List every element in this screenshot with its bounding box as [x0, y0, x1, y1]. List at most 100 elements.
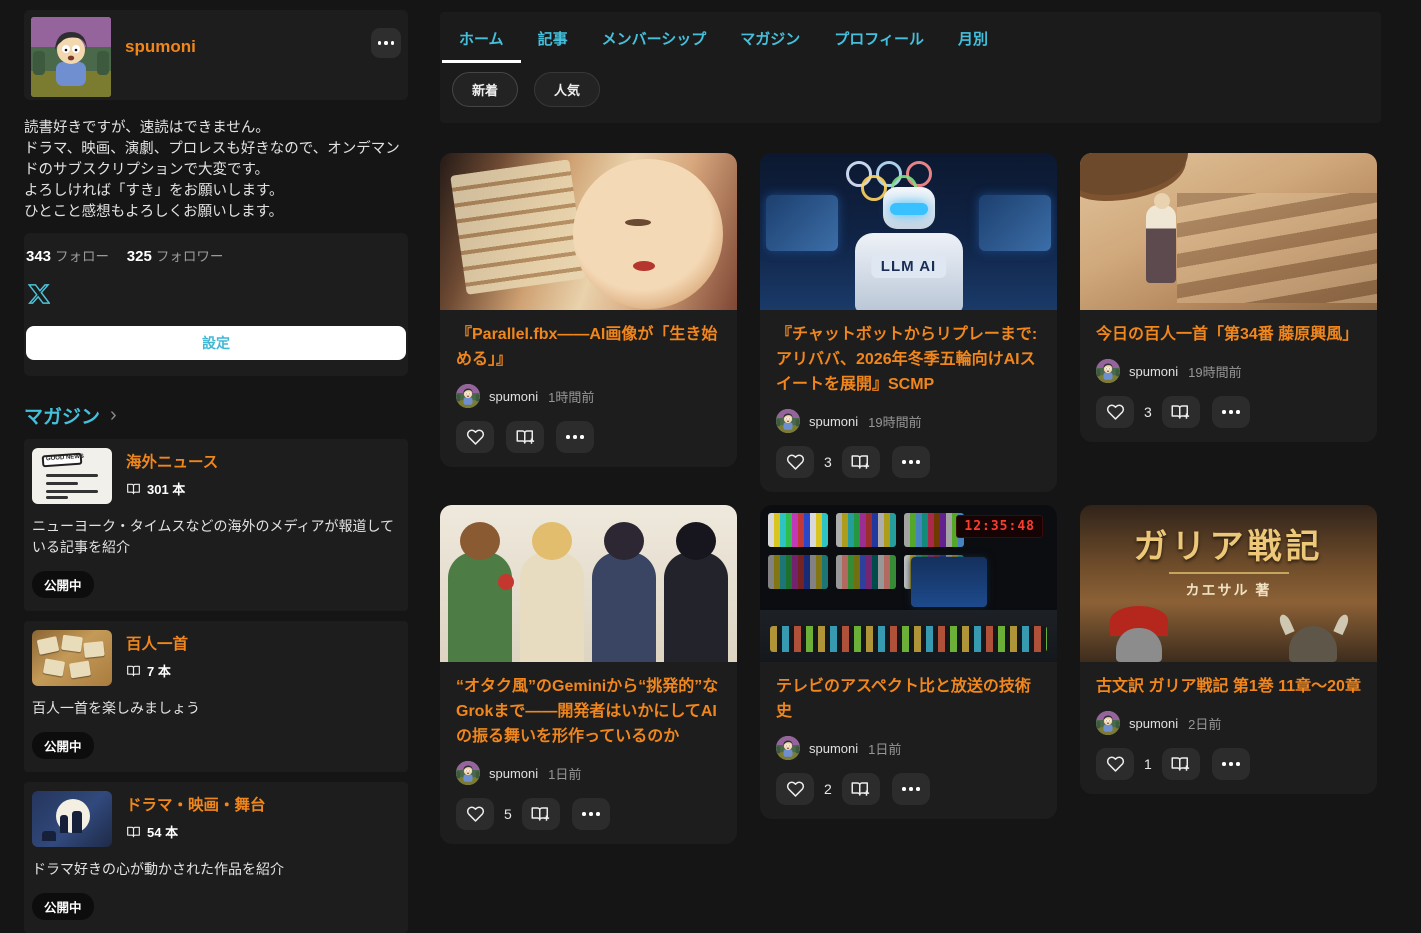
profile-more-button[interactable]	[371, 28, 401, 58]
tab-magazine[interactable]: マガジン	[723, 12, 817, 63]
author-avatar[interactable]	[776, 409, 800, 433]
author-avatar[interactable]	[776, 736, 800, 760]
article-more-button[interactable]	[571, 798, 610, 830]
book-plus-icon	[1170, 403, 1191, 421]
article-title[interactable]: “オタク風”のGeminiから“挑発的”なGrokまで——開発者はいかにしてAI…	[456, 674, 721, 749]
author-avatar[interactable]	[1096, 711, 1120, 735]
like-button[interactable]	[776, 446, 814, 478]
like-button[interactable]	[456, 421, 494, 453]
author-name[interactable]: spumoni	[1129, 716, 1178, 731]
article-title[interactable]: 古文訳 ガリア戦記 第1巻 11章〜20章	[1096, 674, 1361, 699]
article-more-button[interactable]	[1211, 396, 1250, 428]
add-to-magazine-button[interactable]	[841, 446, 880, 478]
author-name[interactable]: spumoni	[809, 741, 858, 756]
author-name[interactable]: spumoni	[1129, 364, 1178, 379]
ellipsis-icon	[902, 460, 920, 464]
magazine-description: ドラマ好きの心が動かされた作品を紹介	[32, 861, 284, 877]
heart-icon	[466, 805, 485, 823]
article-thumbnail[interactable]: LLM AI	[760, 153, 1057, 310]
author-name[interactable]: spumoni	[809, 414, 858, 429]
tab-home[interactable]: ホーム	[442, 12, 521, 63]
like-button[interactable]	[456, 798, 494, 830]
magazine-heading: マガジン	[24, 407, 101, 428]
author-avatar[interactable]	[1096, 359, 1120, 383]
tab-monthly[interactable]: 月別	[941, 12, 1005, 63]
add-to-magazine-button[interactable]	[521, 798, 560, 830]
article-thumbnail[interactable]	[1080, 153, 1377, 310]
article-title[interactable]: テレビのアスペクト比と放送の技術史	[776, 674, 1041, 724]
book-plus-icon	[850, 780, 871, 798]
article-thumbnail[interactable]	[440, 153, 737, 310]
magazine-item-link[interactable]: 百人一首 7 本	[32, 630, 400, 686]
magazine-thumbnail	[32, 791, 112, 847]
article-more-button[interactable]	[556, 421, 594, 453]
filter-new[interactable]: 新着	[452, 72, 519, 107]
profile-sidebar: spumoni 読書好きですが、速読はできません。 ドラマ、映画、演劇、プロレス…	[24, 0, 408, 933]
book-plus-icon	[850, 453, 871, 471]
following-stat[interactable]: 343 フォロー	[26, 248, 113, 265]
tab-membership[interactable]: メンバーシップ	[585, 12, 724, 63]
chevron-right-icon: ›	[110, 403, 117, 426]
author-avatar[interactable]	[456, 761, 480, 785]
add-to-magazine-button[interactable]	[1161, 748, 1200, 780]
ellipsis-icon	[377, 41, 395, 45]
add-to-magazine-button[interactable]	[1161, 396, 1200, 428]
magazine-section-link[interactable]: マガジン ›	[24, 402, 408, 429]
tab-profile[interactable]: プロフィール	[817, 12, 941, 63]
magazine-count: 301 本	[147, 482, 186, 497]
article-title[interactable]: 『チャットボットからリプレーまで:アリババ、2026年冬季五輪向けAIスイートを…	[776, 322, 1041, 397]
like-button[interactable]	[776, 773, 814, 805]
article-card: 『Parallel.fbx——AI画像が「生き始める」』 spumoni 1時間…	[440, 153, 737, 467]
article-row: “オタク風”のGeminiから“挑発的”なGrokまで——開発者はいかにしてAI…	[440, 505, 1381, 844]
magazine-item: 百人一首 7 本 百人一首を楽しみましょう 公開中	[24, 621, 408, 772]
magazine-item: GOOD NEWS 海外ニュース 301 本 ニューヨーク・タイムスなどの海外の…	[24, 439, 408, 611]
article-time: 19時間前	[1188, 364, 1242, 380]
add-to-magazine-button[interactable]	[506, 421, 544, 453]
article-title[interactable]: 『Parallel.fbx——AI画像が「生き始める」』	[456, 322, 721, 372]
like-button[interactable]	[1096, 748, 1134, 780]
magazine-title: ドラマ・映画・舞台	[126, 797, 266, 814]
tab-bar: ホーム 記事 メンバーシップ マガジン プロフィール 月別	[440, 12, 1381, 63]
ellipsis-icon	[582, 812, 600, 816]
ellipsis-icon	[1222, 762, 1240, 766]
settings-button[interactable]: 設定	[26, 326, 406, 360]
avatar[interactable]	[31, 17, 111, 97]
article-row: 『Parallel.fbx——AI画像が「生き始める」』 spumoni 1時間…	[440, 153, 1381, 492]
article-title[interactable]: 今日の百人一首「第34番 藤原興風」	[1096, 322, 1361, 347]
magazine-item-link[interactable]: ドラマ・映画・舞台 54 本	[32, 791, 400, 847]
article-time: 19時間前	[868, 414, 922, 430]
like-button[interactable]	[1096, 396, 1134, 428]
article-time: 1日前	[868, 741, 902, 757]
article-thumbnail[interactable]: ガリア戦記 カエサル 著	[1080, 505, 1377, 662]
tab-articles[interactable]: 記事	[521, 12, 585, 63]
author-name[interactable]: spumoni	[489, 766, 538, 781]
author-name[interactable]: spumoni	[489, 389, 538, 404]
follow-stats: 343 フォロー 325 フォロワー	[26, 245, 406, 265]
article-more-button[interactable]	[891, 773, 930, 805]
article-time: 2日前	[1188, 716, 1222, 732]
article-more-button[interactable]	[891, 446, 930, 478]
article-thumbnail[interactable]	[440, 505, 737, 662]
add-to-magazine-button[interactable]	[841, 773, 880, 805]
ellipsis-icon	[902, 787, 920, 791]
magazine-item-link[interactable]: GOOD NEWS 海外ニュース 301 本	[32, 448, 400, 504]
ellipsis-icon	[566, 435, 584, 439]
followers-stat[interactable]: 325 フォロワー	[127, 248, 224, 265]
filter-popular[interactable]: 人気	[534, 72, 601, 107]
article-card: 12:35:48 テレビのアスペクト比と放送の技術史 spumoni 1日前 2	[760, 505, 1057, 819]
magazine-thumbnail: GOOD NEWS	[32, 448, 112, 504]
image-text-galia-author: カエサル 著	[1185, 582, 1272, 598]
like-count: 5	[504, 806, 512, 822]
article-more-button[interactable]	[1211, 748, 1250, 780]
page: spumoni 読書好きですが、速読はできません。 ドラマ、映画、演劇、プロレス…	[0, 0, 1421, 933]
status-badge: 公開中	[32, 571, 94, 598]
following-label: フォロー	[55, 249, 110, 264]
magazine-count: 7 本	[147, 664, 171, 679]
magazine-description: 百人一首を楽しみましょう	[32, 700, 200, 716]
like-count: 3	[824, 454, 832, 470]
x-social-link[interactable]	[28, 283, 50, 310]
author-avatar[interactable]	[456, 384, 480, 408]
image-text-galia-title: ガリア戦記	[1133, 529, 1324, 566]
profile-stats-panel: 343 フォロー 325 フォロワー 設定	[24, 233, 408, 376]
article-thumbnail[interactable]: 12:35:48	[760, 505, 1057, 662]
